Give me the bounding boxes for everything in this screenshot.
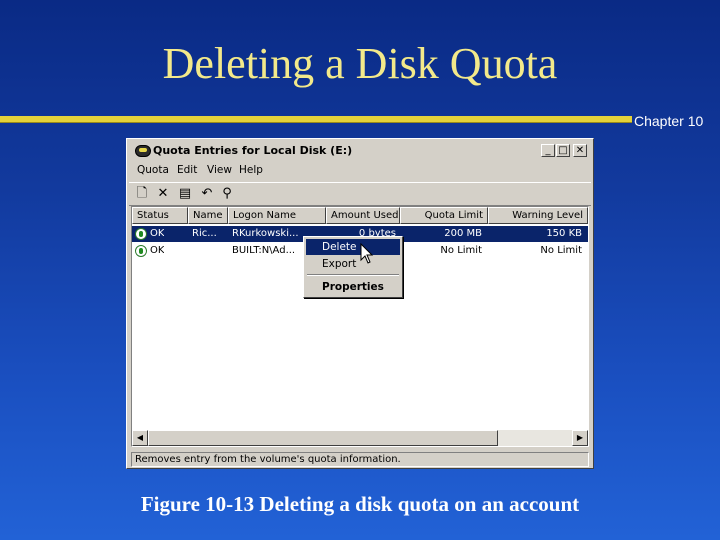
window-title: Quota Entries for Local Disk (E:) xyxy=(153,144,353,157)
properties-icon[interactable]: ▤ xyxy=(177,186,193,202)
column-quota-limit[interactable]: Quota Limit xyxy=(400,207,488,224)
menu-view[interactable]: View xyxy=(207,164,232,176)
maximize-button[interactable]: □ xyxy=(556,144,570,157)
find-icon[interactable]: ⚲ xyxy=(219,186,235,202)
context-separator xyxy=(307,274,399,276)
menu-quota[interactable]: Quota xyxy=(137,164,169,176)
cell-quota-limit: 200 MB xyxy=(444,228,482,239)
window-titlebar[interactable]: Quota Entries for Local Disk (E:) _ □ ✕ xyxy=(129,141,591,161)
list-header: Status Name Logon Name Amount Used Quota… xyxy=(132,207,588,224)
close-button[interactable]: ✕ xyxy=(573,144,587,157)
column-logon-name[interactable]: Logon Name xyxy=(228,207,326,224)
delete-icon[interactable]: ✕ xyxy=(155,186,171,202)
cell-warning-level: No Limit xyxy=(540,245,582,256)
column-name[interactable]: Name xyxy=(188,207,228,224)
minimize-button[interactable]: _ xyxy=(541,144,555,157)
context-delete[interactable]: Delete xyxy=(306,239,400,255)
status-bar: Removes entry from the volume's quota in… xyxy=(131,452,589,467)
column-warning-level[interactable]: Warning Level xyxy=(488,207,588,224)
figure-caption: Figure 10-13 Deleting a disk quota on an… xyxy=(140,492,580,516)
cell-name: Ric... xyxy=(192,228,217,239)
cell-status: OK xyxy=(150,228,165,239)
context-properties[interactable]: Properties xyxy=(306,279,400,295)
quota-entries-window: Quota Entries for Local Disk (E:) _ □ ✕ … xyxy=(126,138,594,469)
scroll-right-icon[interactable]: ▶ xyxy=(572,430,588,446)
cell-logon-name: BUILT:N\Ad... xyxy=(232,245,296,256)
menu-edit[interactable]: Edit xyxy=(177,164,197,176)
cell-status: OK xyxy=(150,245,165,256)
cell-logon-name: RKurkowski... xyxy=(232,228,299,239)
column-amount-used[interactable]: Amount Used xyxy=(326,207,400,224)
scroll-left-icon[interactable]: ◀ xyxy=(132,430,148,446)
mouse-pointer-icon xyxy=(360,243,374,264)
status-ok-icon xyxy=(135,228,147,240)
menu-bar: Quota Edit View Help xyxy=(129,162,591,180)
column-status[interactable]: Status xyxy=(132,207,188,224)
title-divider xyxy=(0,116,632,122)
horizontal-scrollbar[interactable]: ◀ ▶ xyxy=(132,430,588,446)
cell-quota-limit: No Limit xyxy=(440,245,482,256)
undo-icon[interactable]: ↶ xyxy=(199,186,215,202)
scroll-thumb[interactable] xyxy=(148,430,498,446)
quota-app-icon xyxy=(135,145,151,157)
menu-help[interactable]: Help xyxy=(239,164,263,176)
toolbar: 🗋 ✕ ▤ ↶ ⚲ xyxy=(129,182,591,206)
new-entry-icon[interactable]: 🗋 xyxy=(134,186,150,202)
cell-warning-level: 150 KB xyxy=(546,228,582,239)
context-menu: Delete Export Properties xyxy=(303,236,403,298)
context-export[interactable]: Export xyxy=(306,256,400,272)
status-ok-icon xyxy=(135,245,147,257)
slide-title: Deleting a Disk Quota xyxy=(162,39,558,88)
chapter-label: Chapter 10 xyxy=(634,113,704,129)
